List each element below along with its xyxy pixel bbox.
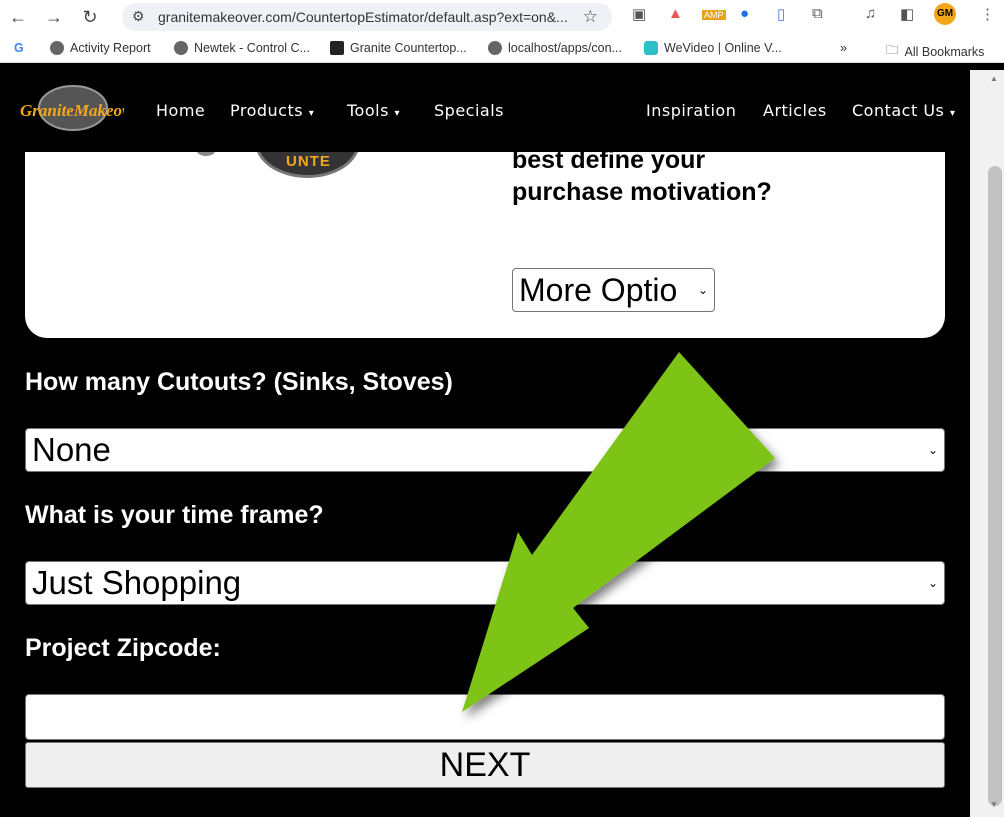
caret-down-icon: ▾ bbox=[949, 108, 956, 119]
badge-image: UNTE bbox=[255, 152, 360, 178]
site-settings-icon[interactable]: ⚙ bbox=[132, 8, 145, 25]
site-navbar: GraniteMakeover Home Products ▾ Tools ▾ … bbox=[0, 70, 970, 152]
bookmark-item[interactable]: Activity Report bbox=[50, 41, 151, 55]
nav-tools[interactable]: Tools ▾ bbox=[347, 101, 400, 120]
folder-icon: 🗀 bbox=[886, 43, 899, 57]
motivation-question: best define your purchase motivation? bbox=[512, 152, 772, 206]
globe-icon bbox=[488, 41, 502, 55]
extension-icon[interactable]: ▣ bbox=[632, 5, 646, 23]
motivation-select[interactable]: More Optio ⌄ bbox=[512, 268, 715, 312]
chevron-down-icon: ⌄ bbox=[697, 283, 708, 297]
bookmark-star-icon[interactable]: ☆ bbox=[583, 7, 598, 27]
menu-icon[interactable]: ⋮ bbox=[980, 5, 995, 23]
globe-icon bbox=[174, 41, 188, 55]
bookmark-item[interactable]: localhost/apps/con... bbox=[488, 41, 622, 55]
scroll-up-icon[interactable]: ▲ bbox=[990, 74, 998, 83]
url-text: granitemakeover.com/CountertopEstimator/… bbox=[158, 9, 568, 25]
caret-down-icon: ▾ bbox=[308, 108, 315, 119]
bookmark-item[interactable]: Granite Countertop... bbox=[330, 41, 467, 55]
forward-icon[interactable]: → bbox=[36, 7, 72, 28]
chevron-down-icon: ⌄ bbox=[927, 443, 938, 457]
scrollbar-thumb[interactable] bbox=[988, 166, 1002, 806]
decorative-dot bbox=[197, 152, 215, 156]
all-bookmarks[interactable]: 🗀 All Bookmarks bbox=[886, 41, 984, 62]
nav-home[interactable]: Home bbox=[156, 101, 205, 120]
cutouts-label: How many Cutouts? (Sinks, Stoves) bbox=[25, 368, 453, 396]
nav-products[interactable]: Products ▾ bbox=[230, 101, 314, 120]
badge-text: UNTE bbox=[286, 153, 331, 170]
next-button[interactable]: NEXT bbox=[25, 742, 945, 788]
wevideo-icon bbox=[644, 41, 658, 55]
bookmark-item[interactable]: WeVideo | Online V... bbox=[644, 41, 782, 55]
amp-icon[interactable]: AMP bbox=[702, 10, 726, 20]
svg-text:GraniteMakeover: GraniteMakeover bbox=[20, 101, 124, 120]
nav-specials[interactable]: Specials bbox=[434, 101, 504, 120]
timeframe-label: What is your time frame? bbox=[25, 501, 324, 529]
chevron-down-icon: ⌄ bbox=[927, 576, 938, 590]
scrollbar[interactable]: ▲ ▼ bbox=[970, 70, 1004, 817]
lighthouse-icon[interactable]: ▲ bbox=[668, 5, 683, 22]
cutouts-select[interactable]: None ⌄ bbox=[25, 428, 945, 472]
media-icon[interactable]: ♫ bbox=[865, 5, 876, 22]
granite-icon bbox=[330, 41, 344, 55]
more-bookmarks[interactable]: » bbox=[840, 41, 847, 55]
timeframe-select[interactable]: Just Shopping ⌄ bbox=[25, 561, 945, 605]
nav-contact-us[interactable]: Contact Us ▾ bbox=[852, 101, 956, 120]
bookmarks-bar: G Activity Report Newtek - Control C... … bbox=[0, 35, 1004, 63]
caret-down-icon: ▾ bbox=[394, 108, 401, 119]
phone-icon[interactable]: ▯ bbox=[777, 5, 785, 23]
nav-inspiration[interactable]: Inspiration bbox=[646, 101, 736, 120]
granite-makeover-logo[interactable]: GraniteMakeover bbox=[18, 84, 124, 132]
motivation-card: UNTE best define your purchase motivatio… bbox=[25, 152, 945, 338]
scroll-down-icon[interactable]: ▼ bbox=[990, 800, 998, 809]
back-icon[interactable]: ← bbox=[0, 7, 36, 28]
zipcode-label: Project Zipcode: bbox=[25, 634, 221, 662]
reload-icon[interactable]: ↻ bbox=[72, 7, 108, 28]
profile-avatar[interactable]: GM bbox=[934, 3, 956, 25]
browser-toolbar: ← → ↻ ⚙ granitemakeover.com/CountertopEs… bbox=[0, 0, 1004, 35]
bookmark-item[interactable]: Newtek - Control C... bbox=[174, 41, 310, 55]
address-bar[interactable]: ⚙ granitemakeover.com/CountertopEstimato… bbox=[122, 3, 612, 31]
google-icon[interactable]: G bbox=[14, 41, 24, 55]
side-panel-icon[interactable]: ◧ bbox=[900, 5, 914, 23]
nav-articles[interactable]: Articles bbox=[763, 101, 827, 120]
zipcode-input[interactable] bbox=[25, 694, 945, 740]
globe-icon bbox=[50, 41, 64, 55]
extensions-icon[interactable]: ⧉ bbox=[812, 5, 823, 22]
av-icon[interactable]: ● bbox=[740, 5, 749, 22]
